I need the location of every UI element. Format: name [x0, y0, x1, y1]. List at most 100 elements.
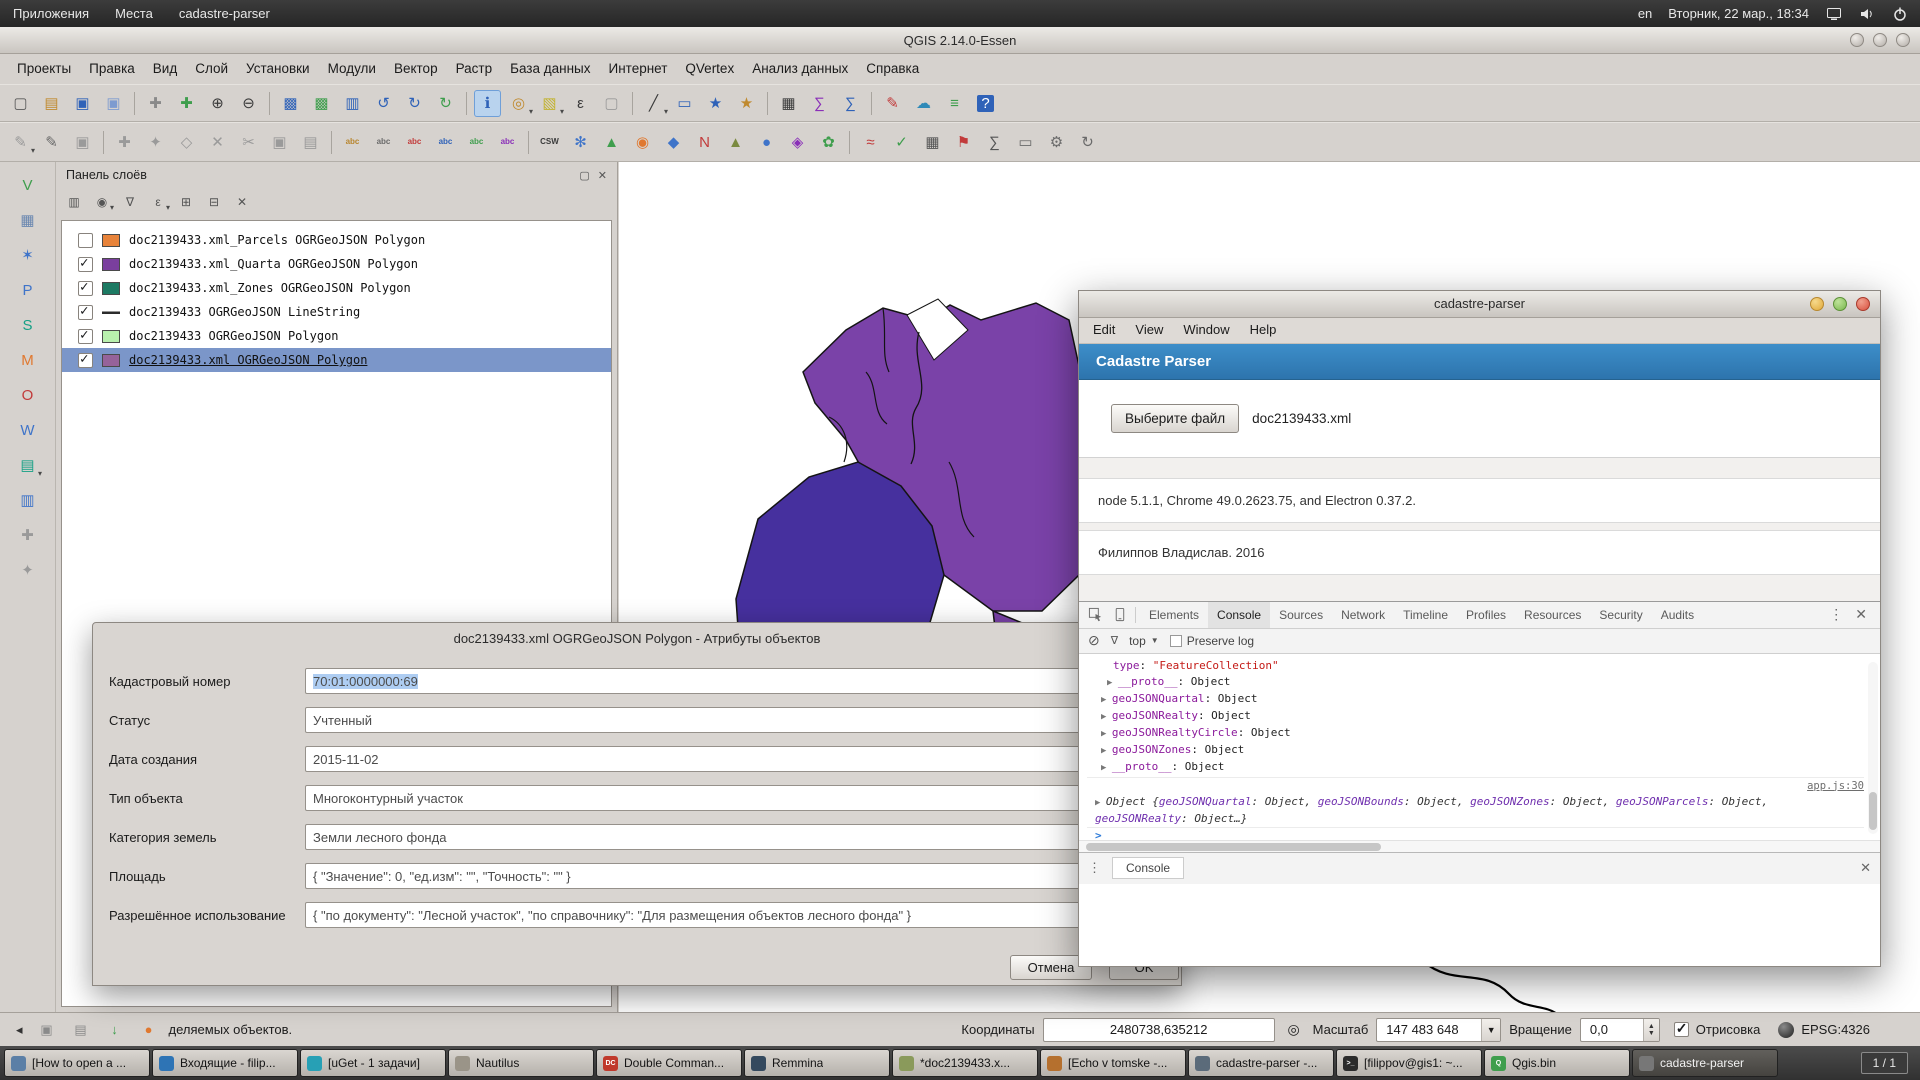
new-project-icon[interactable]: ▢	[7, 90, 34, 117]
toolbar-button[interactable]	[466, 91, 467, 115]
add-raster-layer-icon[interactable]: ▦	[14, 207, 41, 234]
scale-combobox[interactable]: 147 483 648 ▼	[1376, 1017, 1502, 1042]
render-checkbox[interactable]	[1673, 1020, 1689, 1037]
layer-row[interactable]: doc2139433.xml_Zones OGRGeoJSON Polygon	[62, 276, 611, 300]
layer-row[interactable]: doc2139433.xml OGRGeoJSON Polygon	[62, 348, 611, 372]
heatmap-icon[interactable]: ◉	[629, 129, 656, 156]
attribute-input[interactable]: Многоконтурный участок	[305, 785, 1161, 811]
devtools-close-icon[interactable]: ✕	[1855, 606, 1867, 623]
add-vector-layer-icon[interactable]: V	[14, 172, 41, 199]
devtools-tab[interactable]: Audits	[1652, 602, 1703, 628]
delete-selected-icon[interactable]: ✕	[204, 129, 231, 156]
annotation-icon[interactable]: ✎	[879, 90, 906, 117]
console-line[interactable]: ▶ __proto__: Object	[1087, 759, 1864, 776]
taskbar-window-button[interactable]: Nautilus	[448, 1049, 594, 1077]
add-feature-icon[interactable]: ✚	[111, 129, 138, 156]
console-line[interactable]: ▶ geoJSONQuartal: Object	[1087, 691, 1864, 708]
display-icon[interactable]	[1825, 5, 1842, 22]
layer-name[interactable]: doc2139433 OGRGeoJSON LineString	[129, 305, 360, 319]
label-rotate-icon[interactable]: abc	[463, 129, 490, 156]
toolbar-button[interactable]	[269, 91, 270, 115]
taskbar-window-button[interactable]: [How to open a ...	[4, 1049, 150, 1077]
layer-name[interactable]: doc2139433.xml_Quarta OGRGeoJSON Polygon	[129, 257, 418, 271]
maximize-icon[interactable]	[1873, 33, 1887, 47]
qgis-menu-item[interactable]: Анализ данных	[743, 54, 857, 84]
dxf-export-icon[interactable]: ▭	[1012, 129, 1039, 156]
keyboard-layout-indicator[interactable]: en	[1638, 6, 1652, 21]
vertical-scrollbar[interactable]	[1868, 661, 1878, 834]
layer-row[interactable]: doc2139433.xml_Parcels OGRGeoJSON Polygo…	[62, 228, 611, 252]
layer-visibility-checkbox[interactable]	[78, 303, 93, 320]
qgis-menu-item[interactable]: QVertex	[676, 54, 743, 84]
layer-name[interactable]: doc2139433 OGRGeoJSON Polygon	[129, 329, 339, 343]
inspect-element-icon[interactable]	[1083, 607, 1107, 622]
console-source-link[interactable]: app.js:30	[1807, 780, 1864, 792]
collapse-all-icon[interactable]: ⊟	[203, 191, 225, 213]
layer-name[interactable]: doc2139433.xml_Zones OGRGeoJSON Polygon	[129, 281, 411, 295]
node-tool-icon[interactable]: ◇	[173, 129, 200, 156]
crs-status-button[interactable]: EPSG:4326	[1778, 1021, 1870, 1038]
attribute-input[interactable]: Земли лесного фонда	[305, 824, 1161, 850]
layer-visibility-checkbox[interactable]	[78, 279, 93, 296]
grass-plugin-icon[interactable]: ✿	[815, 129, 842, 156]
add-wcs-layer-icon[interactable]: ▤	[14, 452, 42, 479]
devtools-tab[interactable]: Timeline	[1394, 602, 1457, 628]
new-shapefile-layer-icon[interactable]: ✚	[14, 522, 41, 549]
console-output[interactable]: type: "FeatureCollection" ▶ __proto__: Ob…	[1079, 654, 1880, 840]
qgis-menu-item[interactable]: Вектор	[385, 54, 447, 84]
zoom-in-icon[interactable]: ⊕	[204, 90, 231, 117]
spatial-query-icon[interactable]: ◈	[784, 129, 811, 156]
measure-icon[interactable]: ╱	[640, 90, 668, 117]
desktop-menu-item[interactable]: Места	[102, 0, 166, 27]
attribute-input[interactable]: { "Значение": 0, "ед.изм": "", "Точность…	[305, 863, 1161, 889]
drawer-menu-icon[interactable]: ⋮	[1088, 860, 1101, 876]
numerical-digitize-icon[interactable]: N	[691, 129, 718, 156]
add-oracle-layer-icon[interactable]: O	[14, 382, 41, 409]
add-spatialite-layer-icon[interactable]: S	[14, 312, 41, 339]
taskbar-window-button[interactable]: Входящие - filip...	[152, 1049, 298, 1077]
messages-indicator-icon[interactable]: ▣	[37, 1020, 57, 1040]
dialog-title[interactable]: doc2139433.xml OGRGeoJSON Polygon - Атри…	[93, 623, 1181, 655]
qgis-titlebar[interactable]: QGIS 2.14.0-Essen	[0, 27, 1920, 54]
frame-selector[interactable]: top ▼	[1129, 634, 1159, 648]
interpolation-icon[interactable]: ◆	[660, 129, 687, 156]
expand-all-icon[interactable]: ⊞	[175, 191, 197, 213]
devtools-tab[interactable]: Console	[1208, 601, 1271, 628]
volume-icon[interactable]	[1858, 5, 1875, 22]
toolbar-button[interactable]	[632, 91, 633, 115]
taskbar-window-button[interactable]: [uGet - 1 задачи]	[300, 1049, 446, 1077]
filter-legend-icon[interactable]: ∇	[119, 191, 141, 213]
close-panel-icon[interactable]: ✕	[598, 169, 607, 182]
qgis-menu-item[interactable]: Растр	[447, 54, 502, 84]
coordinates-input[interactable]: 2480738,635212	[1042, 1017, 1275, 1042]
qgis-menu-item[interactable]: Установки	[237, 54, 319, 84]
console-line[interactable]: ▶ Object {geoJSONQuartal: Object, geoJSO…	[1087, 794, 1864, 827]
zonal-statistics-icon[interactable]: ▦	[919, 129, 946, 156]
devtools-tab[interactable]: Security	[1590, 602, 1651, 628]
open-project-icon[interactable]: ▤	[38, 90, 65, 117]
console-line[interactable]: ▶ geoJSONZones: Object	[1087, 742, 1864, 759]
pin-labels-icon[interactable]: ⚑	[950, 129, 977, 156]
layer-visibility-checkbox[interactable]	[78, 327, 93, 344]
console-line[interactable]: ▶ geoJSONRealty: Object	[1087, 708, 1864, 725]
map-tips-icon[interactable]: ▭	[671, 90, 698, 117]
console-line[interactable]: ▶ __proto__: Object	[1087, 674, 1864, 691]
network-indicator-icon[interactable]: ▤	[71, 1020, 91, 1040]
alert-indicator-icon[interactable]: ●	[139, 1020, 159, 1040]
toolbar-button[interactable]	[767, 91, 768, 115]
current-edits-icon[interactable]: ✎	[7, 129, 35, 156]
add-wfs-layer-icon[interactable]: ▥	[14, 487, 41, 514]
layer-row[interactable]: doc2139433.xml_Quarta OGRGeoJSON Polygon	[62, 252, 611, 276]
rotation-spinbox[interactable]: 0,0 ▲ ▼	[1579, 1017, 1660, 1042]
save-project-as-icon[interactable]: ▣	[100, 90, 127, 117]
console-line[interactable]: >	[1087, 826, 1864, 840]
pan-map-icon[interactable]: ✚	[142, 90, 169, 117]
toolbar-button[interactable]	[103, 130, 104, 154]
layer-visibility-checkbox[interactable]	[78, 351, 93, 368]
select-by-expression-icon[interactable]: ε	[567, 90, 594, 117]
choose-file-button[interactable]: Выберите файл	[1111, 404, 1240, 434]
qgis-menu-item[interactable]: Справка	[857, 54, 928, 84]
zoom-full-icon[interactable]: ▩	[277, 90, 304, 117]
console-line[interactable]: ▶ geoJSONRealtyCircle: Object	[1087, 725, 1864, 742]
layer-visibility-checkbox[interactable]	[78, 255, 93, 272]
